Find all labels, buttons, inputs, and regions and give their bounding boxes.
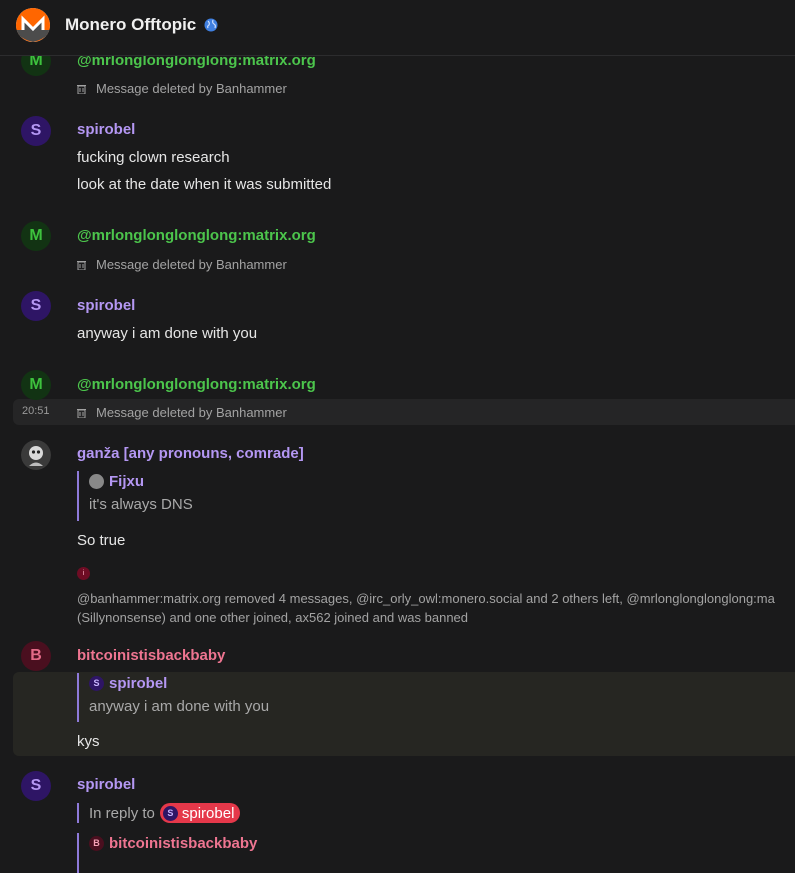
avatar-mini: B [89,835,104,851]
sender-name[interactable]: ganža [any pronouns, comrade] [77,445,304,462]
sender-name[interactable]: @mrlonglonglonglong:matrix.org [77,376,316,393]
sender-name[interactable]: spirobel [77,297,135,314]
quote-sender[interactable]: Sspirobel [89,673,269,693]
reply-quote[interactable]: Sspirobel anyway i am done with you [77,673,269,722]
sender-name[interactable]: @mrlonglonglonglong:matrix.org [77,227,316,244]
state-line: @banhammer:matrix.org removed 4 messages… [77,591,775,606]
state-events-summary[interactable]: @banhammer:matrix.org removed 4 messages… [77,589,795,627]
quote-text: it's always DNS [89,496,193,513]
timeline: M @mrlonglonglonglong:matrix.org Message… [0,0,795,873]
monero-logo-icon [16,8,50,42]
quote-sender[interactable]: Bbitcoinistisbackbaby [89,833,257,853]
message-body: look at the date when it was submitted [77,176,332,193]
state-event-avatar[interactable]: i [77,567,90,580]
reply-quote[interactable]: Bbitcoinistisbackbaby [77,833,257,873]
avatar[interactable]: S [21,771,51,801]
sender-name[interactable]: spirobel [77,121,135,138]
message-body: kys [77,733,100,750]
avatar-mini: S [89,675,104,691]
avatar-mini: S [162,805,178,821]
room-header: Monero Offtopic [0,0,795,56]
user-pill[interactable]: Sspirobel [159,803,241,823]
room-avatar[interactable] [16,8,50,42]
state-line: (Sillynonsense) and one other joined, ax… [77,610,469,625]
avatar[interactable]: S [21,291,51,321]
trash-icon [77,409,86,418]
sender-name[interactable]: bitcoinistisbackbaby [77,647,225,664]
message-body: So true [77,532,126,549]
avatar-photo-icon [89,473,104,489]
sender-name[interactable]: spirobel [77,776,135,793]
room-title[interactable]: Monero Offtopic [65,15,196,35]
avatar[interactable]: B [21,641,51,671]
avatar[interactable]: S [21,116,51,146]
message-body: anyway i am done with you [77,325,258,342]
quote-text: anyway i am done with you [89,698,270,715]
quote-sender[interactable]: Fijxu [89,471,193,491]
deleted-message: Message deleted by Banhammer [77,257,287,272]
user-photo-icon [21,440,51,470]
avatar[interactable] [21,440,51,470]
avatar[interactable]: M [21,370,51,400]
reply-quote[interactable]: Fijxu it's always DNS [77,471,193,521]
deleted-message: Message deleted by Banhammer [77,81,287,96]
message-body: fucking clown research [77,149,230,166]
avatar[interactable]: M [21,221,51,251]
deleted-message: Message deleted by Banhammer [77,405,287,420]
trash-icon [77,261,86,270]
globe-icon [204,18,218,32]
timestamp: 20:51 [22,405,50,417]
reply-prefix: In reply to [89,804,155,822]
trash-icon [77,85,86,94]
in-reply-to[interactable]: In reply to Sspirobel [77,803,241,823]
